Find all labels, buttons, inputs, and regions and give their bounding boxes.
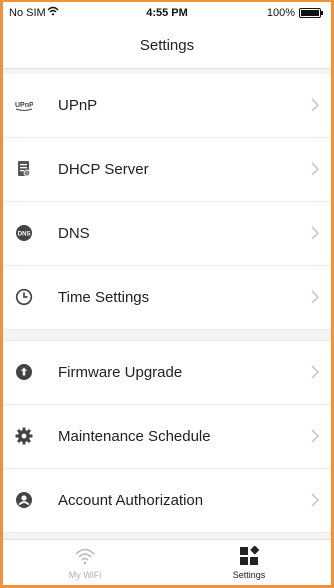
settings-item-time-settings[interactable]: Time Settings: [3, 266, 331, 330]
settings-list: UPnP UPnP DHCP Server DNS DNS Time Setti…: [3, 74, 331, 533]
settings-item-dhcp-server[interactable]: DHCP Server: [3, 138, 331, 202]
section-divider: [3, 330, 331, 341]
settings-item-maintenance-schedule[interactable]: Maintenance Schedule: [3, 405, 331, 469]
settings-item-label: DHCP Server: [58, 161, 149, 178]
chevron-right-icon: [311, 290, 319, 304]
settings-item-label: Account Authorization: [58, 492, 204, 509]
chevron-right-icon: [311, 365, 319, 379]
settings-item-label: UPnP: [58, 97, 98, 114]
gear-icon: [15, 427, 33, 445]
tab-label: My WiFi: [68, 570, 102, 580]
battery-icon: [299, 8, 323, 18]
settings-item-label: DNS: [58, 225, 90, 242]
settings-item-label: Maintenance Schedule: [58, 428, 211, 445]
chevron-right-icon: [311, 98, 319, 112]
wifi-icon: [75, 548, 95, 565]
chevron-right-icon: [311, 493, 319, 507]
settings-screen: No SIM 4:55 PM 100% Settings UPnP UPnP D…: [0, 0, 334, 588]
chevron-right-icon: [311, 226, 319, 240]
svg-text:DNS: DNS: [18, 231, 31, 237]
settings-item-firmware-upgrade[interactable]: Firmware Upgrade: [3, 341, 331, 405]
settings-item-account-authorization[interactable]: Account Authorization: [3, 469, 331, 533]
tab-my-wifi[interactable]: My WiFi: [3, 540, 167, 585]
tab-bar: My WiFi Settings: [3, 539, 331, 585]
settings-item-upnp[interactable]: UPnP UPnP: [3, 74, 331, 138]
account-icon: [16, 492, 32, 508]
tab-label: Settings: [232, 570, 266, 580]
firmware-upgrade-icon: [16, 364, 32, 380]
status-bar: No SIM 4:55 PM 100%: [3, 2, 331, 22]
settings-item-label: Firmware Upgrade: [58, 364, 183, 381]
settings-grid-icon: [240, 546, 260, 565]
dhcp-server-icon: [18, 161, 31, 177]
chevron-right-icon: [311, 162, 319, 176]
upnp-icon: UPnP: [15, 102, 33, 111]
svg-text:UPnP: UPnP: [15, 102, 33, 109]
chevron-right-icon: [311, 429, 319, 443]
tab-settings[interactable]: Settings: [167, 540, 331, 585]
dns-icon: DNS: [16, 225, 32, 241]
clock-icon: [15, 288, 33, 306]
settings-item-dns[interactable]: DNS DNS: [3, 202, 331, 266]
navigation-bar: Settings: [3, 22, 331, 69]
page-title: Settings: [139, 37, 195, 54]
battery-percent: 100%: [266, 7, 295, 19]
settings-item-label: Time Settings: [58, 289, 150, 306]
